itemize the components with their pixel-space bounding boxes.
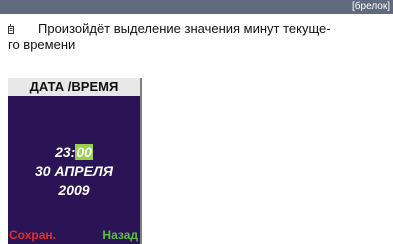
note-text-line2: го времени xyxy=(8,37,76,52)
device-screen: ДАТА /ВРЕМЯ 23:00 30 АПРЕЛЯ 2009 Сохран.… xyxy=(8,78,142,244)
year-display: 2009 xyxy=(58,182,90,198)
time-minutes-selected[interactable]: 00 xyxy=(75,144,93,160)
date-display: 30 АПРЕЛЯ xyxy=(35,163,113,179)
save-softkey[interactable]: Сохран. xyxy=(9,226,56,244)
screen-title: ДАТА /ВРЕМЯ xyxy=(8,78,140,96)
time-hours: 23: xyxy=(55,144,76,160)
header-bar: [брелок] xyxy=(0,0,393,14)
device-tag: [брелок] xyxy=(352,1,390,12)
screen-body: 23:00 30 АПРЕЛЯ 2009 xyxy=(8,96,140,226)
instruction-note: Произойдёт выделение значения минут теку… xyxy=(8,21,388,53)
softkey-bar: Сохран. Назад xyxy=(8,226,140,244)
back-softkey[interactable]: Назад xyxy=(102,226,138,244)
note-text-line1: Произойдёт выделение значения минут теку… xyxy=(38,21,331,36)
remote-keyfob-icon xyxy=(8,24,14,34)
time-display: 23:00 xyxy=(8,143,140,161)
